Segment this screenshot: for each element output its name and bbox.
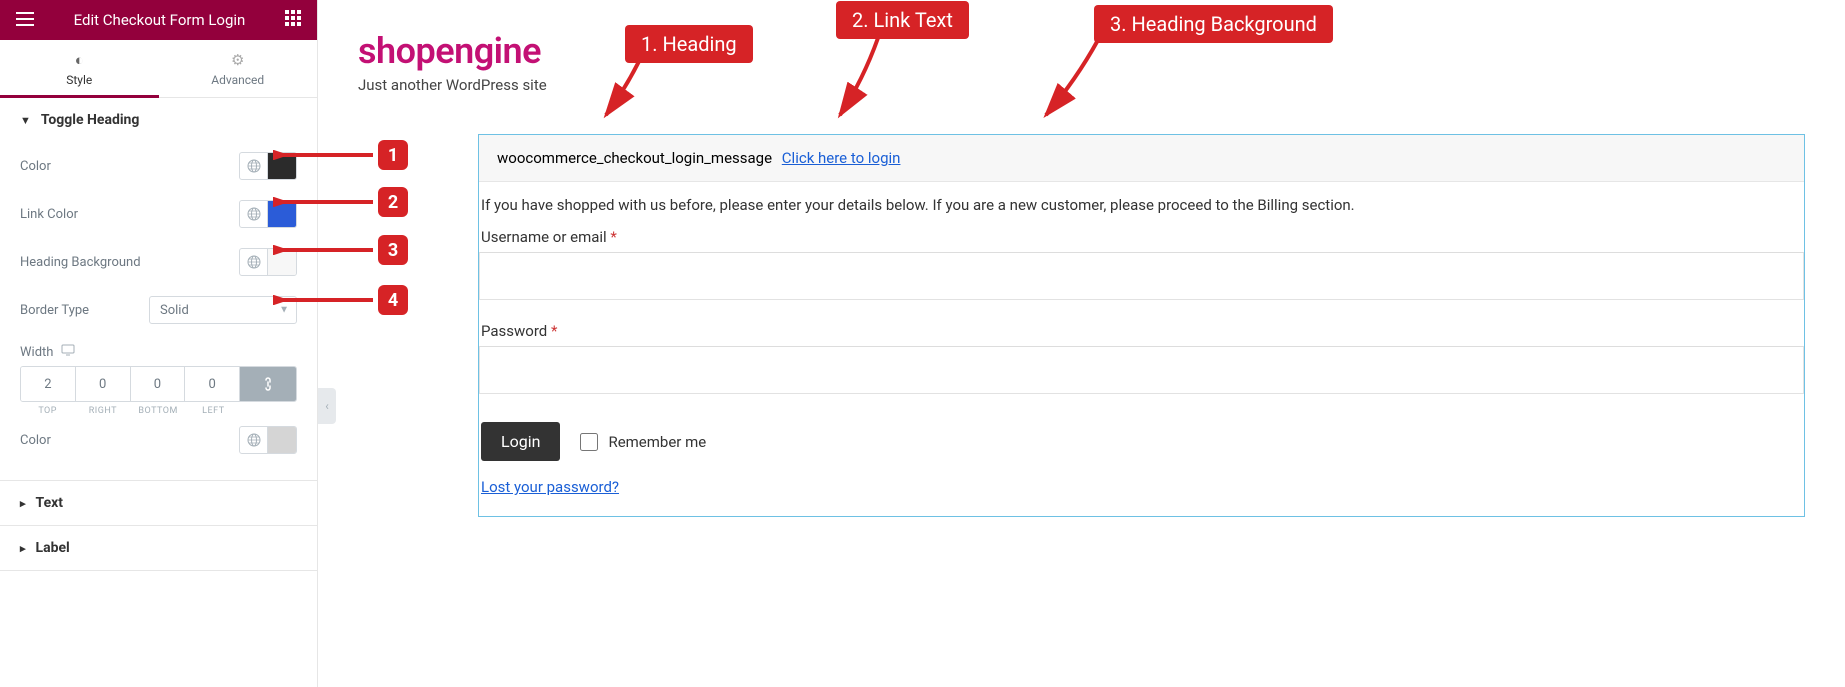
color-label: Color [20, 159, 51, 174]
link-color-label: Link Color [20, 207, 78, 222]
dim-right-label: RIGHT [75, 406, 130, 416]
annotation-arrow [1026, 30, 1116, 125]
annotation-arrow [818, 30, 898, 125]
caret-right-icon: ▸ [20, 542, 26, 555]
caret-down-icon: ▼ [20, 114, 31, 127]
annotation-arrow [273, 150, 378, 160]
link-values-button[interactable] [240, 367, 296, 401]
gear-icon: ⚙ [231, 51, 244, 69]
section-title: Text [36, 495, 63, 511]
login-button[interactable]: Login [481, 422, 560, 461]
remember-label: Remember me [608, 433, 706, 451]
section-title: Toggle Heading [41, 112, 140, 128]
remember-checkbox[interactable] [580, 433, 598, 451]
border-color-label: Color [20, 433, 51, 448]
annotation-callout: 2. Link Text [836, 1, 969, 39]
apps-icon[interactable] [285, 10, 301, 30]
dim-top-label: TOP [20, 406, 75, 416]
section-toggle-heading[interactable]: ▼ Toggle Heading [0, 98, 317, 142]
width-right-input[interactable] [76, 367, 130, 401]
desktop-icon[interactable] [61, 344, 75, 360]
lost-password-link[interactable]: Lost your password? [479, 478, 621, 496]
annotation-badge: 3 [378, 235, 408, 265]
width-bottom-input[interactable] [131, 367, 185, 401]
dim-left-label: LEFT [186, 406, 241, 416]
notice-message: woocommerce_checkout_login_message [497, 149, 772, 167]
username-input[interactable] [479, 252, 1804, 300]
width-top-input[interactable] [21, 367, 75, 401]
annotation-callout: 3. Heading Background [1094, 5, 1333, 43]
remember-me[interactable]: Remember me [580, 433, 706, 451]
width-left-input[interactable] [185, 367, 239, 401]
annotation-badge: 2 [378, 187, 408, 217]
hamburger-icon[interactable] [16, 11, 34, 30]
annotation-badge: 4 [378, 285, 408, 315]
half-circle-icon: ◐ [75, 51, 84, 69]
heading-bg-label: Heading Background [20, 255, 141, 270]
form-intro: If you have shopped with us before, plea… [479, 196, 1804, 228]
globe-icon[interactable] [240, 249, 268, 275]
border-color-swatch[interactable] [268, 427, 296, 453]
annotation-badge: 1 [378, 140, 408, 170]
border-color-control [239, 426, 297, 454]
section-title: Label [36, 540, 70, 556]
tab-label: Style [66, 73, 92, 87]
tab-style[interactable]: ◐ Style [0, 40, 159, 97]
section-text[interactable]: ▸ Text [0, 481, 317, 525]
annotation-arrow [273, 295, 378, 305]
caret-right-icon: ▸ [20, 497, 26, 510]
username-label: Username or email * [479, 228, 1804, 246]
login-toggle-link[interactable]: Click here to login [782, 149, 901, 167]
login-notice: woocommerce_checkout_login_message Click… [479, 135, 1804, 182]
tab-advanced[interactable]: ⚙ Advanced [159, 40, 318, 97]
width-label: Width [20, 345, 53, 360]
globe-icon[interactable] [240, 153, 268, 179]
dim-bottom-label: BOTTOM [131, 406, 186, 416]
panel-title: Edit Checkout Form Login [74, 11, 246, 29]
annotation-callout: 1. Heading [625, 25, 753, 63]
tab-label: Advanced [211, 73, 264, 87]
globe-icon[interactable] [240, 427, 268, 453]
border-type-label: Border Type [20, 303, 89, 318]
globe-icon[interactable] [240, 201, 268, 227]
password-input[interactable] [479, 346, 1804, 394]
annotation-arrow [273, 245, 378, 255]
password-label: Password * [479, 322, 1804, 340]
section-label[interactable]: ▸ Label [0, 526, 317, 570]
annotation-arrow [273, 197, 378, 207]
